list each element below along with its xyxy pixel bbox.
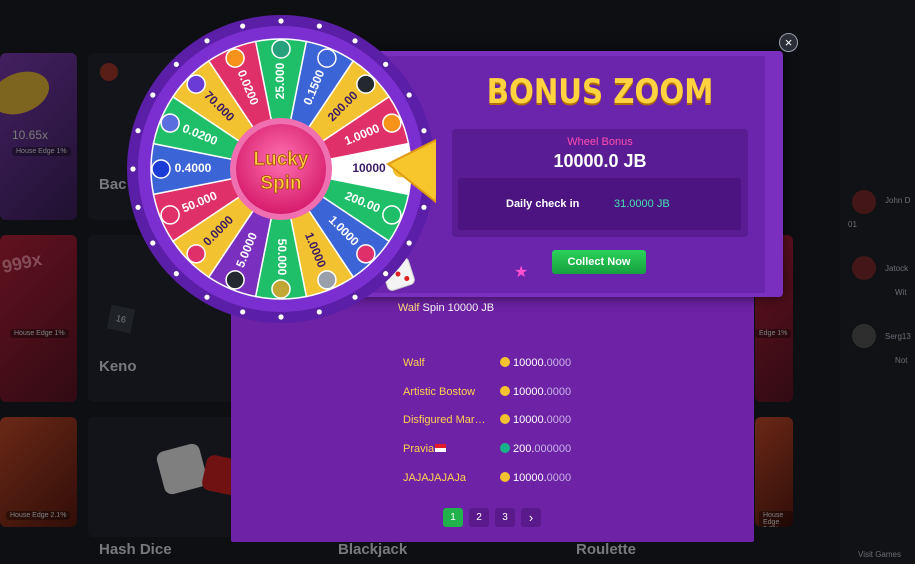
leaderboard-user-name: JAJAJAJAJa — [403, 472, 466, 484]
wheel-light — [352, 294, 358, 300]
wheel-light — [150, 240, 156, 246]
next-page-button[interactable]: › — [521, 508, 541, 527]
wheel-light — [406, 92, 412, 98]
leaderboard-amount: 10000.0000 — [500, 386, 571, 398]
leaderboard-amount: 10000.0000 — [500, 472, 571, 484]
jb-coin-icon — [500, 472, 510, 482]
jb-coin-icon — [500, 386, 510, 396]
tron-icon — [160, 205, 180, 225]
wheel-center-label-line1: Lucky — [254, 149, 309, 170]
wheel-segment-value: 10000 — [352, 161, 386, 175]
eth-icon — [160, 113, 180, 133]
daily-checkin-label: Daily check in — [506, 198, 580, 210]
bitcoin-icon — [225, 48, 245, 68]
wheel-segment-value: 0.4000 — [175, 161, 212, 175]
star-icon: ★ — [514, 264, 529, 281]
wheel-segment-value: 25.000 — [273, 62, 287, 99]
daily-checkin-box — [458, 178, 741, 230]
litecoin-icon — [317, 270, 337, 290]
bonus-title: BONUS ZOOM — [486, 72, 714, 112]
tether-icon — [271, 39, 291, 59]
leaderboard-amount: 10000.0000 — [500, 414, 571, 426]
wheel-light — [421, 128, 427, 134]
leaderboard-user-name: Pravia — [403, 443, 447, 455]
wheel-light — [278, 314, 284, 320]
tron-icon — [356, 244, 376, 264]
close-button[interactable]: × — [779, 33, 798, 52]
wheel-light — [130, 166, 136, 172]
usdc-icon — [186, 74, 206, 94]
collect-now-button[interactable]: Collect Now — [552, 250, 646, 274]
page-button-3[interactable]: 3 — [495, 508, 515, 527]
bnb-icon — [317, 48, 337, 68]
wheel-light — [204, 38, 210, 44]
doge-icon — [271, 279, 291, 299]
xrp-icon — [356, 74, 376, 94]
wheel-light — [135, 128, 141, 134]
wheel-light — [278, 18, 284, 24]
leaderboard-amount: 200.000000 — [500, 443, 571, 455]
wheel-light — [173, 61, 179, 67]
leaderboard-user-name: Walf — [403, 357, 425, 369]
xrp-icon — [225, 270, 245, 290]
wheel-segment-value: 50.000 — [275, 239, 289, 276]
leaderboard-user-name: Disfigured Mar… — [403, 414, 486, 426]
cardano-icon — [151, 159, 171, 179]
gear-coin-icon — [382, 205, 402, 225]
jb-coin-icon — [500, 357, 510, 367]
wheel-light — [135, 204, 141, 210]
tron-coin-icon — [500, 443, 510, 453]
wheel-light — [173, 271, 179, 277]
bitcoin-icon — [382, 113, 402, 133]
wheel-light — [316, 309, 322, 315]
wheel-light — [316, 23, 322, 29]
daily-checkin-value: 31.0000 JB — [614, 198, 670, 210]
wheel-bonus-label: Wheel Bonus — [567, 136, 633, 148]
lucky-spin-wheel[interactable]: 25.000 0.1500200.001.000010000200.001.000… — [126, 14, 436, 324]
leaderboard-amount: 10000.0000 — [500, 357, 571, 369]
wheel-light — [240, 23, 246, 29]
page-button-2[interactable]: 2 — [469, 508, 489, 527]
spin-leaderboard-panel — [231, 296, 754, 542]
leaderboard-user-name: Artistic Bostow — [403, 386, 476, 398]
page-button-1[interactable]: 1 — [443, 508, 463, 527]
jb-coin-icon — [500, 414, 510, 424]
flag-icon — [435, 444, 447, 452]
wheel-light — [421, 204, 427, 210]
wheel-light — [352, 38, 358, 44]
wheel-light — [204, 294, 210, 300]
wheel-light — [383, 271, 389, 277]
wheel-bonus-value: 10000.0 JB — [553, 151, 647, 171]
wheel-light — [383, 61, 389, 67]
wheel-light — [150, 92, 156, 98]
dice-icon — [186, 244, 206, 264]
wheel-center-label-line2: Spin — [260, 173, 301, 194]
wheel-light — [240, 309, 246, 315]
wheel-light — [406, 240, 412, 246]
